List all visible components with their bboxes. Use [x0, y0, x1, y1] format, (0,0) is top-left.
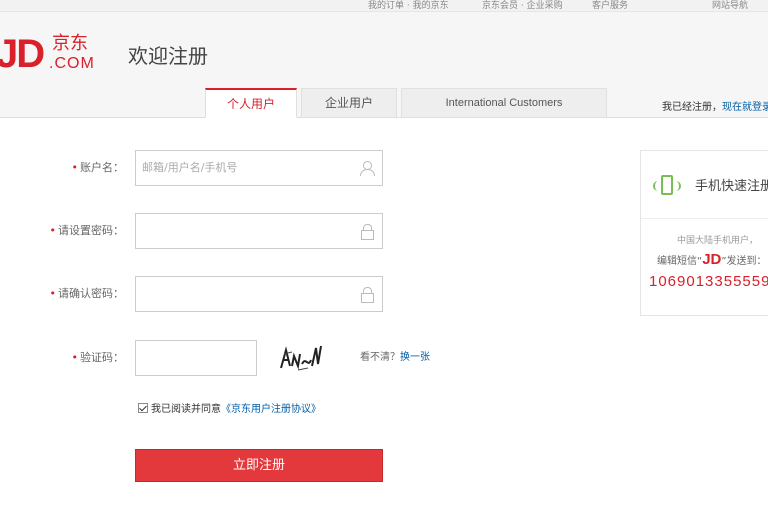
username-input[interactable]: 邮箱/用户名/手机号	[135, 150, 383, 186]
sms-number: 1069013355559	[649, 273, 768, 290]
logo-jd-text: JD	[0, 32, 45, 76]
refresh-link[interactable]: 换一张	[400, 352, 430, 363]
captcha-image[interactable]	[278, 342, 322, 374]
logo-com-text: .COM	[49, 55, 95, 72]
user-icon	[360, 161, 375, 176]
password-row: • 请设置密码：	[0, 213, 400, 249]
top-nav-sitemap[interactable]: 网站导航	[712, 0, 748, 11]
captcha-row: • 验证码： 看不清？换一张	[0, 340, 460, 376]
confirm-password-label: • 请确认密码：	[49, 287, 125, 300]
tab-enterprise[interactable]: 企业用户	[301, 88, 397, 118]
agreement-link[interactable]: 《京东用户注册协议》	[221, 404, 321, 415]
password-input[interactable]	[135, 213, 383, 249]
mobile-register-header: 手机快速注册	[641, 151, 768, 219]
agree-checkbox[interactable]	[138, 403, 148, 413]
already-registered: 我已经注册，现在就登录	[662, 98, 768, 113]
tab-international[interactable]: International Customers	[401, 88, 607, 118]
captcha-input[interactable]	[135, 340, 257, 376]
confirm-password-row: • 请确认密码：	[0, 276, 400, 312]
login-link[interactable]: 现在就登录	[722, 102, 768, 113]
header: JD 京东 .COM 欢迎注册 个人用户 企业用户 International …	[0, 12, 768, 118]
logo-cn-text: 京东	[52, 33, 88, 54]
refresh-text: 看不清？	[360, 352, 400, 363]
register-button[interactable]: 立即注册	[135, 449, 383, 482]
top-nav-bar: 我的订单 · 我的京东 京东会员 · 企业采购 客户服务 网站导航	[0, 0, 768, 12]
top-nav-orders[interactable]: 我的订单 · 我的京东	[368, 0, 449, 11]
password-label: • 请设置密码：	[49, 224, 125, 237]
mobile-phone-icon	[653, 173, 681, 199]
agree-text: 我已阅读并同意	[151, 404, 221, 415]
captcha-refresh: 看不清？换一张	[360, 340, 430, 376]
lock-icon	[360, 224, 374, 240]
username-row: • 账户名： 邮箱/用户名/手机号	[0, 150, 400, 186]
already-text: 我已经注册，	[662, 102, 722, 113]
register-page: 我的订单 · 我的京东 京东会员 · 企业采购 客户服务 网站导航 JD 京东 …	[0, 0, 768, 510]
username-placeholder: 邮箱/用户名/手机号	[142, 161, 238, 174]
mobile-register-line1: 中国大陆手机用户，	[677, 236, 759, 246]
mobile-register-line2: 编辑短信“JD”发送到：	[657, 251, 767, 268]
top-nav-service[interactable]: 客户服务	[592, 0, 628, 11]
page-title: 欢迎注册	[128, 44, 208, 68]
jd-logo[interactable]: JD 京东 .COM	[0, 32, 106, 80]
sms-keyword: JD	[702, 251, 722, 268]
captcha-label: • 验证码：	[71, 351, 125, 364]
top-nav-member[interactable]: 京东会员 · 企业采购	[482, 0, 563, 11]
username-label: • 账户名：	[71, 161, 125, 174]
mobile-register-title: 手机快速注册	[695, 179, 768, 194]
mobile-register-panel: 手机快速注册 中国大陆手机用户， 编辑短信“JD”发送到： 1069013355…	[640, 150, 768, 316]
agreement-row: 我已阅读并同意《京东用户注册协议》	[138, 403, 321, 417]
lock-icon	[360, 287, 374, 303]
tab-personal[interactable]: 个人用户	[205, 88, 297, 118]
confirm-password-input[interactable]	[135, 276, 383, 312]
